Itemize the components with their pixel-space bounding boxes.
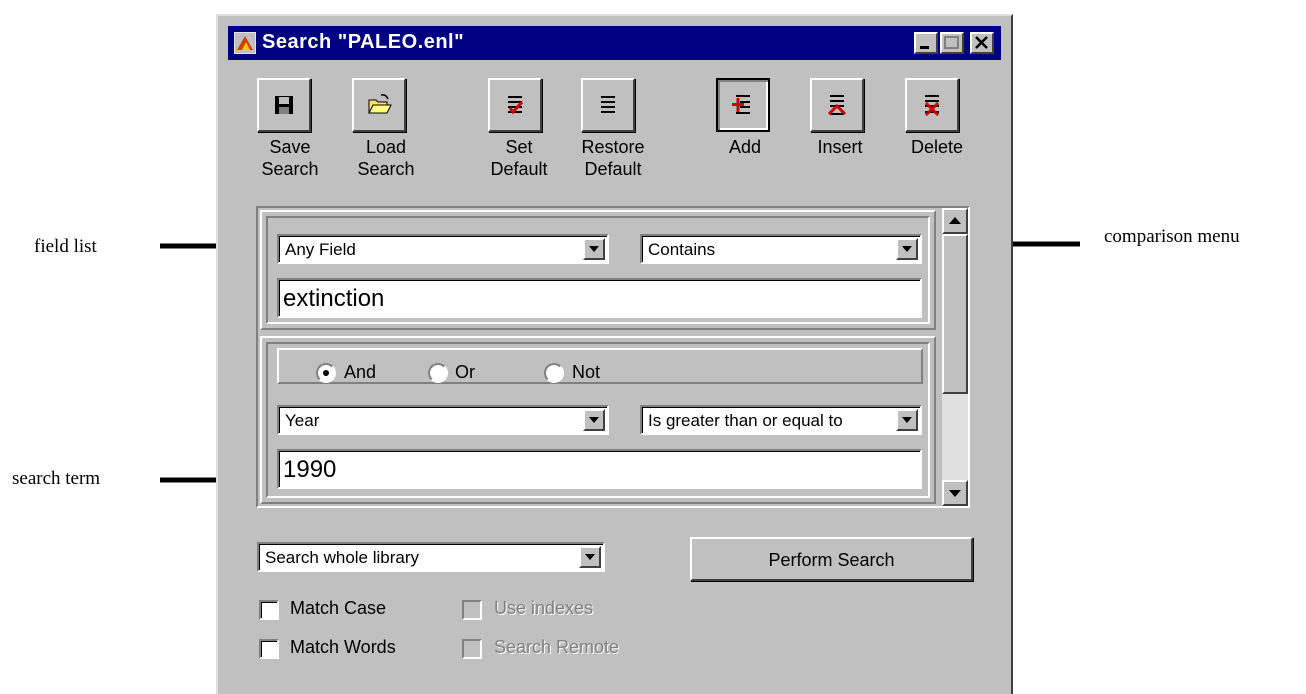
radio-or-label: Or	[455, 362, 475, 382]
match-words-label: Match Words	[290, 637, 396, 657]
delete-row-icon	[924, 95, 940, 117]
radio-and-label: And	[344, 362, 377, 382]
scroll-thumb[interactable]	[942, 234, 968, 394]
close-button[interactable]	[970, 32, 994, 54]
search-scope-value: Search whole library	[265, 548, 420, 567]
endnote-app-icon	[234, 32, 256, 54]
search-remote-label: Search Remote	[494, 637, 620, 657]
chevron-down-icon[interactable]	[583, 409, 605, 431]
search-term-input-2[interactable]: 1990	[277, 449, 922, 489]
radio-or[interactable]	[428, 363, 448, 383]
use-indexes-checkbox	[462, 600, 482, 620]
chevron-down-icon[interactable]	[896, 238, 918, 260]
annotation-comparison-menu: comparison menu	[1104, 226, 1240, 247]
comparison-select-1[interactable]: Contains	[640, 234, 922, 264]
field-list-select-1[interactable]: Any Field	[277, 234, 609, 264]
list-icon	[601, 96, 615, 113]
add-button[interactable]	[716, 78, 770, 132]
perform-search-button[interactable]: Perform Search	[690, 537, 973, 581]
minimize-icon	[920, 46, 929, 49]
criteria-scrollbar[interactable]	[942, 208, 968, 506]
field-list-value: Any Field	[285, 240, 356, 259]
restore-default-label: Restore Default	[581, 137, 645, 179]
use-indexes-label: Use indexes	[494, 598, 594, 618]
load-search-label: Load Search	[357, 137, 415, 179]
insert-row-icon	[827, 95, 847, 116]
add-row-icon	[732, 95, 750, 114]
open-folder-icon	[368, 94, 392, 114]
search-scope-select[interactable]: Search whole library	[257, 542, 605, 572]
comparison-select-2[interactable]: Is greater than or equal to	[640, 405, 922, 435]
search-term-value: extinction	[283, 285, 385, 312]
list-check-icon	[508, 96, 524, 115]
comparison-value: Contains	[648, 240, 716, 259]
chevron-down-icon[interactable]	[579, 546, 601, 568]
search-term-input-1[interactable]: extinction	[277, 278, 922, 318]
annotation-field-list: field list	[34, 236, 97, 257]
insert-button[interactable]	[810, 78, 864, 132]
chevron-up-icon	[949, 217, 961, 224]
minimize-button[interactable]	[914, 32, 938, 54]
load-search-button[interactable]	[352, 78, 406, 132]
chevron-down-icon[interactable]	[583, 238, 605, 260]
restore-default-button[interactable]	[581, 78, 635, 132]
maximize-icon	[944, 36, 959, 49]
radio-and[interactable]	[316, 363, 336, 383]
radio-not-label: Not	[572, 362, 601, 382]
set-default-button[interactable]	[488, 78, 542, 132]
close-icon	[975, 36, 988, 49]
search-term-value: 1990	[283, 456, 337, 483]
search-remote-checkbox	[462, 639, 482, 659]
delete-label: Delete	[910, 137, 964, 157]
match-case-label: Match Case	[290, 598, 387, 618]
save-search-label: Save Search	[261, 137, 319, 179]
save-search-button[interactable]	[257, 78, 311, 132]
field-list-select-2[interactable]: Year	[277, 405, 609, 435]
delete-button[interactable]	[905, 78, 959, 132]
floppy-disk-icon	[275, 96, 293, 114]
comparison-value: Is greater than or equal to	[648, 411, 843, 430]
chevron-down-icon[interactable]	[896, 409, 918, 431]
radio-not[interactable]	[544, 363, 564, 383]
scroll-up-button[interactable]	[942, 208, 968, 234]
title-bar[interactable]: Search "PALEO.enl"	[228, 26, 1001, 60]
annotation-search-term: search term	[12, 468, 101, 489]
maximize-button[interactable]	[940, 32, 964, 54]
insert-label: Insert	[817, 137, 863, 157]
window-title: Search "PALEO.enl"	[262, 31, 465, 53]
match-case-checkbox[interactable]	[259, 600, 279, 620]
match-words-checkbox[interactable]	[259, 639, 279, 659]
field-list-value: Year	[285, 411, 320, 430]
chevron-down-icon	[949, 490, 961, 497]
scroll-down-button[interactable]	[942, 480, 968, 506]
add-label: Add	[728, 137, 762, 157]
perform-search-label: Perform Search	[768, 550, 895, 570]
